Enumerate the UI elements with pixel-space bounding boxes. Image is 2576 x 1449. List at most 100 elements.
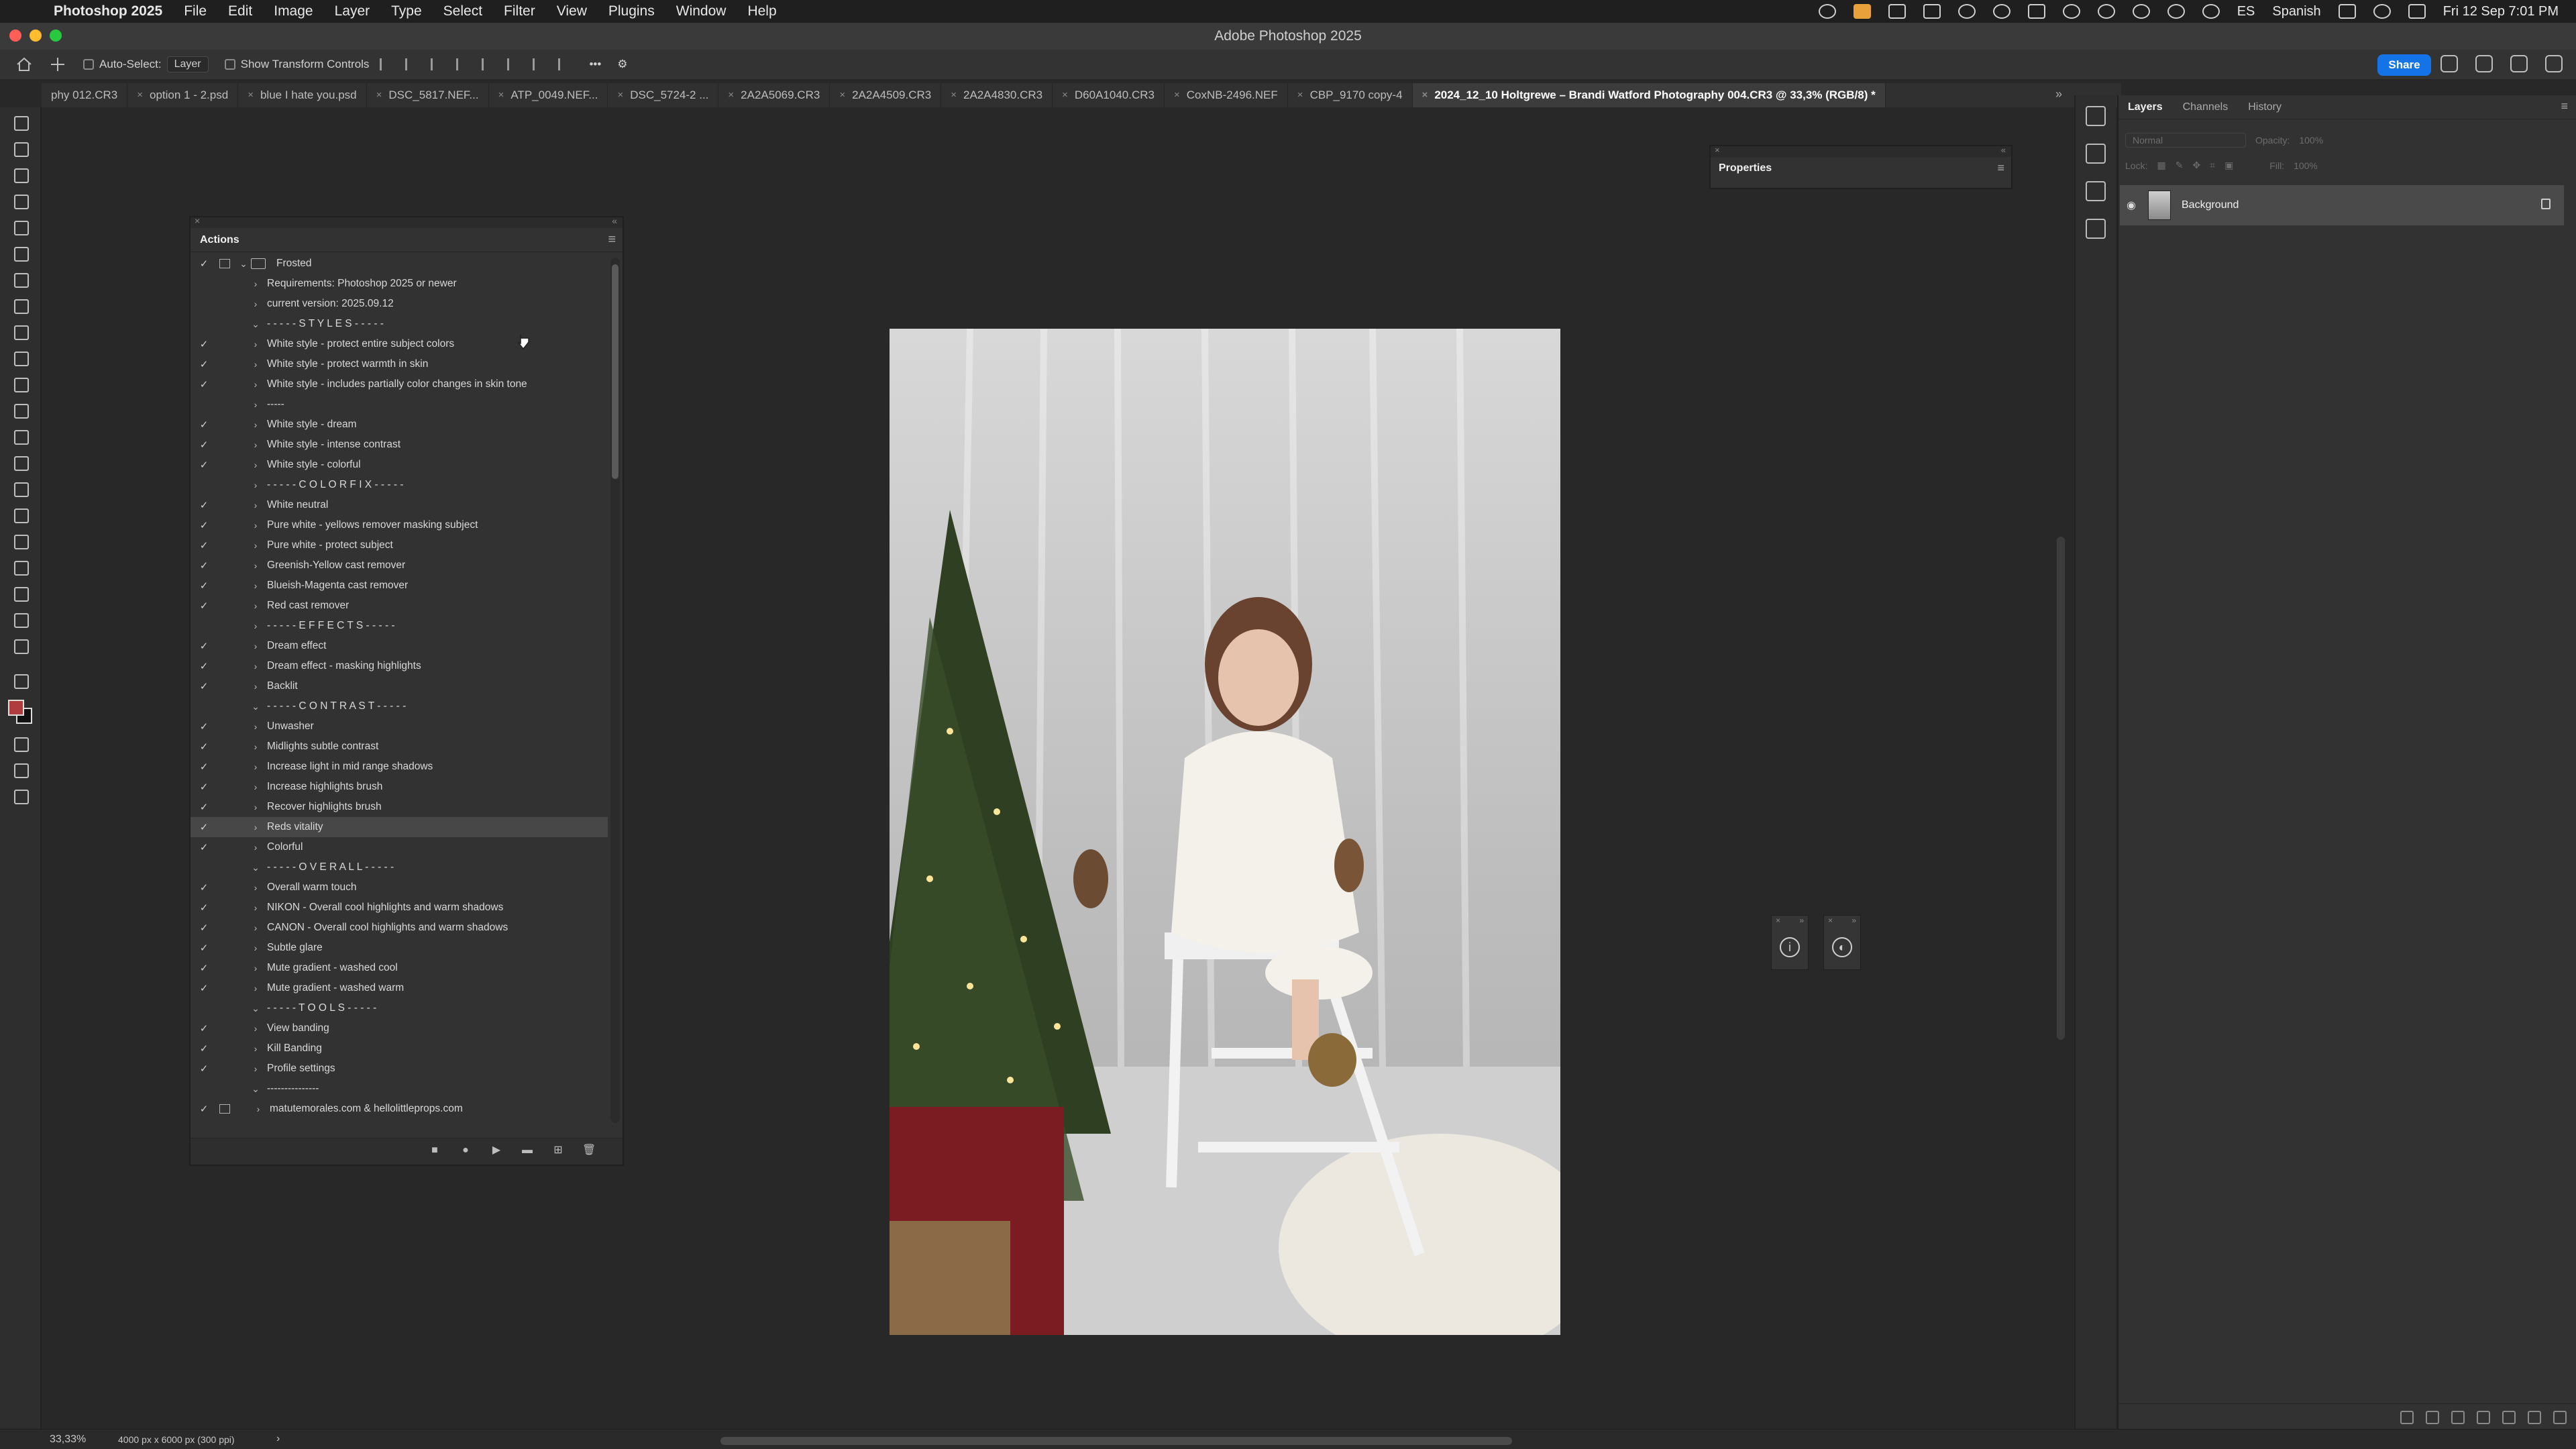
moon-icon[interactable]	[2132, 4, 2150, 19]
align-center-icon[interactable]	[405, 58, 420, 70]
document-tab[interactable]: × option 1 - 2.psd	[127, 83, 239, 107]
action-row[interactable]: ✓ › White neutral	[191, 495, 608, 515]
action-row[interactable]: ✓ › Greenish-Yellow cast remover	[191, 555, 608, 576]
dialog-toggle-icon[interactable]	[216, 479, 233, 491]
toggle-checkmark[interactable]: ✓	[195, 600, 213, 612]
input-source-badge[interactable]: ES	[2237, 4, 2255, 19]
dialog-toggle-icon[interactable]	[216, 539, 233, 551]
adjustments-icon[interactable]: ◐	[1832, 937, 1852, 957]
document-tab[interactable]: × 2A2A5069.CR3	[718, 83, 830, 107]
action-row[interactable]: ✓ › Overall warm touch	[191, 877, 608, 898]
toggle-checkmark[interactable]: ✓	[195, 640, 213, 652]
dialog-toggle-icon[interactable]	[216, 1042, 233, 1055]
fill-value[interactable]: 100%	[2294, 160, 2318, 171]
trash-icon[interactable]: 🗑	[582, 1144, 596, 1157]
share-button[interactable]: Share	[2377, 54, 2431, 76]
document-tab[interactable]: × CBP_9170 copy-4	[1288, 83, 1413, 107]
actions-scrollbar-thumb[interactable]	[612, 264, 619, 479]
chevron-right-icon[interactable]: ›	[248, 278, 263, 289]
chevron-right-icon[interactable]: ›	[248, 721, 263, 732]
more-options-button[interactable]: •••	[589, 58, 601, 71]
chevron-right-icon[interactable]: ›	[248, 621, 263, 631]
toggle-checkmark[interactable]: ✓	[195, 801, 213, 813]
action-row[interactable]: › - - - - - E F F E C T S - - - - -	[191, 616, 608, 636]
dialog-toggle-icon[interactable]	[216, 821, 233, 833]
action-row[interactable]: ⌄ - - - - - C O N T R A S T - - - - -	[191, 696, 608, 716]
properties-titlebar[interactable]: × «	[1711, 145, 2011, 157]
toggle-checkmark[interactable]: ✓	[195, 881, 213, 894]
control-center-icon[interactable]	[2408, 4, 2426, 19]
dialog-toggle-icon[interactable]	[216, 1022, 233, 1034]
chevron-right-icon[interactable]: ›	[248, 681, 263, 692]
chevron-down-icon[interactable]: ⌄	[248, 1083, 263, 1095]
document-tab[interactable]: × 2A2A4830.CR3	[941, 83, 1053, 107]
tab-channels[interactable]: Channels	[2183, 101, 2229, 113]
dialog-toggle-icon[interactable]	[216, 761, 233, 773]
menu-image[interactable]: Image	[274, 3, 313, 19]
menu-type[interactable]: Type	[391, 3, 422, 19]
link-layers-icon[interactable]	[2400, 1411, 2414, 1424]
align-left-icon[interactable]	[380, 58, 394, 70]
dialog-toggle-icon[interactable]	[216, 1002, 233, 1014]
tab-history[interactable]: History	[2248, 101, 2282, 113]
toggle-checkmark[interactable]: ✓	[195, 942, 213, 954]
chevron-down-icon[interactable]: ⌄	[248, 862, 263, 873]
brush-settings-icon[interactable]	[2086, 106, 2106, 126]
toggle-checkmark[interactable]: ✓	[195, 821, 213, 833]
pen-tool-icon[interactable]	[9, 503, 32, 526]
toggle-checkmark[interactable]: ✓	[195, 922, 213, 934]
action-row[interactable]: ✓ › Profile settings	[191, 1059, 608, 1079]
chevron-right-icon[interactable]: ›	[248, 1043, 263, 1054]
chevron-right-icon[interactable]: ›	[248, 600, 263, 611]
lock-all-icon[interactable]: ▣	[2224, 160, 2233, 171]
eraser-tool-icon[interactable]	[9, 398, 32, 421]
add-mask-icon[interactable]	[2451, 1411, 2465, 1424]
close-window-icon[interactable]	[9, 30, 21, 42]
chevron-right-icon[interactable]: ›	[248, 983, 263, 994]
dialog-toggle-icon[interactable]	[216, 298, 233, 310]
menu-file[interactable]: File	[184, 3, 207, 19]
document-tab[interactable]: × D60A1040.CR3	[1053, 83, 1165, 107]
close-panel-icon[interactable]: ×	[1776, 916, 1780, 926]
chevron-right-icon[interactable]: ›	[248, 741, 263, 752]
libraries-icon[interactable]	[2086, 219, 2106, 239]
toggle-checkmark[interactable]: ✓	[195, 580, 213, 592]
foreground-color-swatch[interactable]	[8, 700, 24, 716]
properties-dock-icon[interactable]	[2086, 181, 2106, 201]
toggle-checkmark[interactable]: ✓	[195, 680, 213, 692]
align-top-icon[interactable]	[482, 58, 496, 70]
document-image[interactable]	[890, 329, 1560, 1335]
dialog-toggle-icon[interactable]	[216, 1063, 233, 1075]
dialog-toggle-icon[interactable]	[219, 259, 230, 268]
dialog-toggle-icon[interactable]	[216, 378, 233, 390]
collapse-panel-icon[interactable]: «	[612, 215, 617, 226]
dialog-toggle-icon[interactable]	[216, 982, 233, 994]
wifi-icon[interactable]	[2202, 4, 2220, 19]
toggle-checkmark[interactable]: ✓	[195, 258, 213, 270]
type-tool-icon[interactable]	[9, 529, 32, 552]
chevron-right-icon[interactable]: ›	[248, 520, 263, 531]
dialog-toggle-icon[interactable]	[216, 499, 233, 511]
actions-scrollbar[interactable]	[610, 258, 620, 1123]
toggle-checkmark[interactable]: ✓	[195, 720, 213, 733]
action-row[interactable]: ✓ › Colorful	[191, 837, 608, 857]
lock-image-icon[interactable]: ✎	[2176, 160, 2184, 171]
dialog-toggle-icon[interactable]	[216, 720, 233, 733]
action-row[interactable]: ✓ › White style - protect warmth in skin	[191, 354, 608, 374]
panel-menu-icon[interactable]: ≡	[1997, 161, 2004, 175]
canvas-horizontal-scrollbar[interactable]	[720, 1437, 1512, 1445]
toggle-checkmark[interactable]: ✓	[195, 499, 213, 511]
history-brush-tool-icon[interactable]	[9, 372, 32, 395]
chevron-right-icon[interactable]: ›	[248, 299, 263, 309]
settings-gear-icon[interactable]: ⚙	[617, 58, 627, 71]
toggle-checkmark[interactable]: ✓	[195, 761, 213, 773]
document-tab[interactable]: × CoxNB-2496.NEF	[1165, 83, 1288, 107]
collapse-panel-icon[interactable]: «	[2001, 145, 2006, 155]
toggle-checkmark[interactable]: ✓	[195, 1042, 213, 1055]
toggle-checkmark[interactable]: ✓	[195, 1103, 213, 1115]
chevron-right-icon[interactable]: ›	[248, 963, 263, 973]
chevron-right-icon[interactable]: ›	[248, 359, 263, 370]
window-icon[interactable]	[2027, 4, 2045, 19]
new-layer-icon[interactable]	[2528, 1411, 2541, 1424]
close-tab-icon[interactable]: ×	[498, 83, 504, 107]
